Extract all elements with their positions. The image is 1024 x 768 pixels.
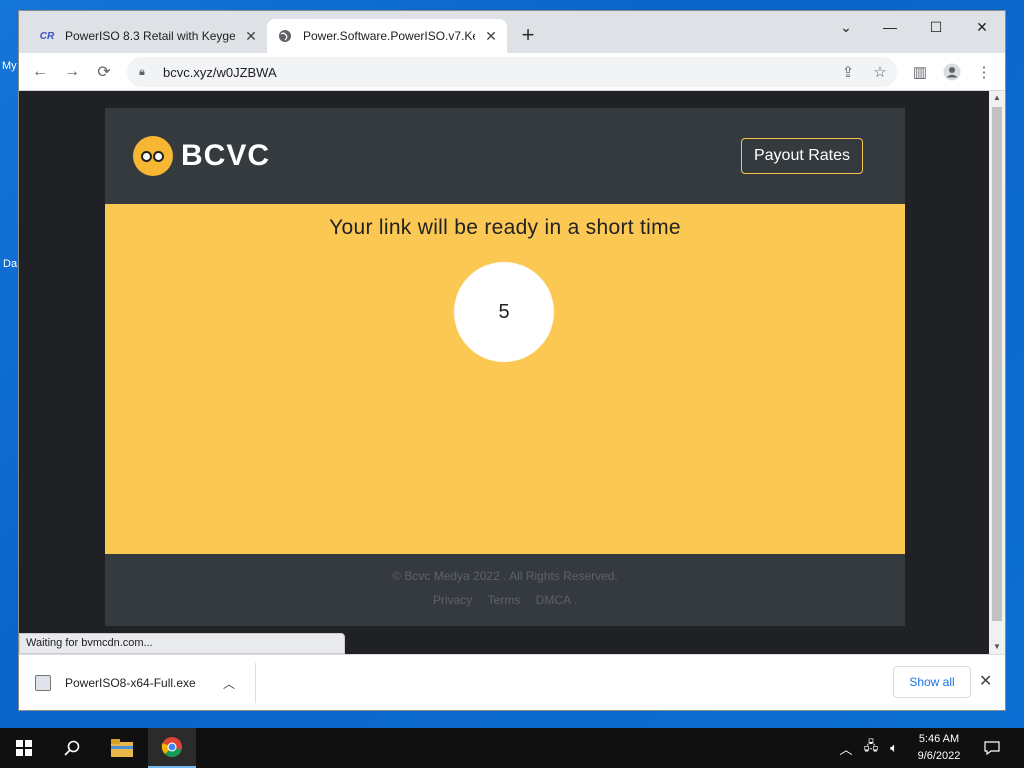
new-tab-button[interactable]: + bbox=[517, 24, 539, 47]
clock[interactable]: 5:46 AM 9/6/2022 bbox=[904, 731, 974, 765]
taskbar: ︿ 🖧︎ 🔈︎ 5:46 AM 9/6/2022 bbox=[0, 728, 1024, 768]
download-shelf: PowerISO8-x64-Full.exe ︿ Show all ✕ bbox=[19, 654, 1005, 710]
scroll-up-icon[interactable]: ▲ bbox=[989, 91, 1005, 105]
vertical-scrollbar[interactable]: ▲ ▼ bbox=[989, 91, 1005, 654]
desktop-icon-label[interactable]: My bbox=[2, 60, 17, 72]
countdown-timer: 5 bbox=[454, 262, 554, 362]
privacy-link[interactable]: Privacy bbox=[433, 593, 472, 607]
chevron-up-icon[interactable]: ︿ bbox=[836, 728, 856, 768]
site-header: BCVC Payout Rates bbox=[105, 108, 905, 204]
close-icon[interactable]: ✕ bbox=[979, 671, 992, 691]
tab-strip: CR PowerISO 8.3 Retail with Keygen ✕ Pow… bbox=[19, 11, 1005, 53]
desktop-icon-label[interactable]: Da bbox=[3, 258, 17, 270]
ready-message: Your link will be ready in a short time bbox=[329, 216, 681, 239]
forward-icon[interactable]: → bbox=[59, 59, 85, 85]
download-filename: PowerISO8-x64-Full.exe bbox=[65, 676, 196, 690]
maximize-button[interactable]: ☐ bbox=[913, 11, 959, 43]
tab-title: PowerISO 8.3 Retail with Keygen bbox=[65, 29, 235, 43]
lock-icon[interactable]: 🔒︎ bbox=[139, 66, 155, 79]
chevron-up-icon[interactable]: ︿ bbox=[223, 675, 235, 692]
show-all-button[interactable]: Show all bbox=[893, 666, 971, 698]
reload-icon[interactable]: ⟳ bbox=[91, 59, 117, 85]
volume-icon[interactable]: 🔈︎ bbox=[884, 728, 904, 768]
profile-icon[interactable] bbox=[939, 59, 965, 85]
scrollbar-thumb[interactable] bbox=[992, 107, 1002, 621]
scroll-down-icon[interactable]: ▼ bbox=[989, 640, 1005, 654]
site-main: Your link will be ready in a short time … bbox=[105, 204, 905, 554]
close-icon[interactable]: ✕ bbox=[243, 28, 259, 44]
close-window-button[interactable]: ✕ bbox=[959, 11, 1005, 43]
browser-window: CR PowerISO 8.3 Retail with Keygen ✕ Pow… bbox=[18, 10, 1006, 711]
page-viewport: BCVC Payout Rates Your link will be read… bbox=[19, 91, 989, 654]
browser-toolbar: ← → ⟳ 🔒︎ bcvc.xyz/w0JZBWA ⇪ ☆ ▥ ⋮ bbox=[19, 53, 1005, 91]
network-icon[interactable]: 🖧︎ bbox=[860, 728, 882, 768]
file-explorer-icon[interactable] bbox=[98, 728, 146, 768]
tab-poweriso-keygen[interactable]: CR PowerISO 8.3 Retail with Keygen ✕ bbox=[29, 19, 267, 53]
footer-links: Privacy Terms DMCA . bbox=[105, 593, 905, 607]
search-icon[interactable] bbox=[48, 728, 96, 768]
notification-icon[interactable] bbox=[980, 728, 1004, 768]
globe-icon bbox=[277, 28, 293, 44]
download-item[interactable]: PowerISO8-x64-Full.exe bbox=[35, 669, 196, 697]
logo-mascot-icon bbox=[133, 136, 173, 176]
tab-search-icon[interactable]: ⌄ bbox=[823, 11, 869, 43]
bcvc-page: BCVC Payout Rates Your link will be read… bbox=[105, 108, 905, 626]
site-footer: © Bcvc Medya 2022 . All Rights Reserved.… bbox=[105, 554, 905, 626]
copyright-text: © Bcvc Medya 2022 . All Rights Reserved. bbox=[392, 569, 618, 583]
chrome-icon[interactable] bbox=[148, 728, 196, 768]
close-icon[interactable]: ✕ bbox=[483, 28, 499, 44]
tab-power-software[interactable]: Power.Software.PowerISO.v7.Key ✕ bbox=[267, 19, 507, 53]
cr-icon: CR bbox=[39, 30, 55, 42]
star-icon[interactable]: ☆ bbox=[867, 59, 893, 85]
url-text: bcvc.xyz/w0JZBWA bbox=[163, 64, 277, 80]
windows-start-icon[interactable] bbox=[0, 728, 48, 768]
share-icon[interactable]: ⇪ bbox=[835, 59, 861, 85]
back-icon[interactable]: ← bbox=[27, 59, 53, 85]
logo-text: BCVC bbox=[181, 139, 271, 172]
clock-time: 5:46 AM bbox=[918, 733, 960, 745]
terms-link[interactable]: Terms bbox=[488, 593, 521, 607]
tab-title: Power.Software.PowerISO.v7.Key bbox=[303, 29, 475, 43]
minimize-button[interactable]: — bbox=[867, 11, 913, 43]
clock-date: 9/6/2022 bbox=[917, 750, 961, 762]
exe-file-icon bbox=[35, 675, 51, 691]
payout-rates-button[interactable]: Payout Rates bbox=[741, 138, 863, 174]
bcvc-logo[interactable]: BCVC bbox=[133, 136, 270, 176]
divider bbox=[255, 663, 256, 703]
side-panel-icon[interactable]: ▥ bbox=[907, 59, 933, 85]
status-bubble: Waiting for bvmcdn.com... bbox=[19, 633, 345, 654]
address-bar[interactable]: 🔒︎ bcvc.xyz/w0JZBWA bbox=[127, 57, 897, 87]
dmca-link[interactable]: DMCA . bbox=[536, 593, 577, 607]
menu-icon[interactable]: ⋮ bbox=[971, 59, 997, 85]
